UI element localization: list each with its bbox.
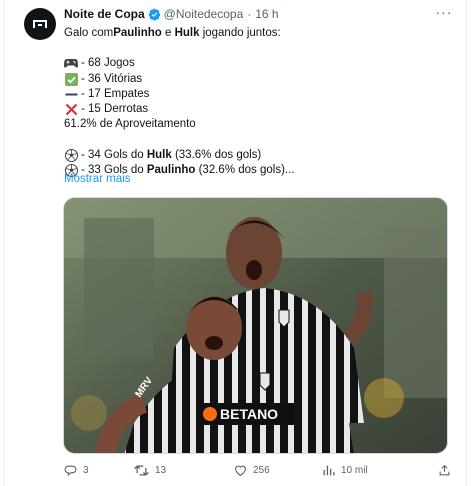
tweet-actions: 3 13 256 10 mil	[64, 462, 456, 480]
author-handle[interactable]: @Noitedecopa	[164, 7, 244, 21]
gols-hulk-pre: - 34 Gols do	[81, 148, 147, 161]
reply-icon	[64, 465, 77, 476]
views-button[interactable]: 10 mil	[322, 464, 368, 477]
retweet-count: 13	[155, 465, 167, 476]
share-icon	[439, 464, 450, 476]
tweet-time[interactable]: 16 h	[255, 7, 278, 21]
aproveitamento-text: 61.2% de Aproveitamento	[64, 118, 196, 131]
tweet-photo[interactable]: BETANO MRV	[63, 197, 448, 454]
stat-jogos: - 68 Jogos	[64, 56, 454, 71]
gols-paulinho-post: (32.6% dos gols)...	[195, 163, 295, 176]
vitorias-text: - 36 Vitórias	[81, 72, 143, 85]
views-chart-icon	[323, 465, 335, 476]
intro-hulk: Hulk	[174, 27, 200, 39]
aproveitamento-line: 61.2% de Aproveitamento	[64, 117, 454, 132]
gols-hulk-line: - 34 Gols do Hulk (33.6% dos gols)	[64, 148, 454, 163]
retweet-button[interactable]: 13	[134, 464, 166, 477]
intro-line: Galo com Paulinho e Hulk jogando juntos:	[64, 26, 454, 41]
sponsor-logo-text: BETANO	[220, 406, 278, 422]
author-avatar[interactable]	[24, 8, 56, 40]
stat-vitorias: - 36 Vitórias	[64, 72, 454, 87]
separator-dot: ·	[247, 7, 252, 21]
stat-derrotas: - 15 Derrotas	[64, 102, 454, 117]
jogos-text: - 68 Jogos	[81, 57, 135, 70]
soccer-ball-icon	[64, 148, 78, 162]
avatar-logo-icon	[33, 20, 47, 28]
intro-text: Galo com	[64, 27, 114, 39]
more-options-icon[interactable]: ···	[434, 4, 454, 20]
gamepad-icon	[64, 57, 78, 70]
reply-count: 3	[83, 465, 89, 476]
intro-paulinho: Paulinho	[113, 27, 162, 39]
heart-icon	[235, 465, 246, 477]
like-count: 256	[253, 465, 270, 476]
retweet-icon	[134, 465, 149, 476]
author-name[interactable]: Noite de Copa	[64, 7, 145, 21]
stat-empates: - 17 Empates	[64, 87, 454, 102]
views-count: 10 mil	[341, 465, 368, 476]
tweet-text: Galo com Paulinho e Hulk jogando juntos:…	[64, 26, 454, 178]
verified-badge-icon	[148, 8, 161, 21]
tweet-header: Noite de Copa @Noitedecopa · 16 h	[64, 6, 279, 22]
intro-and: e	[161, 27, 175, 39]
dash-icon	[64, 88, 78, 101]
show-more-link[interactable]: Mostrar mais	[64, 173, 130, 185]
empates-text: - 17 Empates	[81, 87, 150, 100]
gols-paulinho-name: Paulinho	[146, 163, 196, 176]
reply-button[interactable]: 3	[64, 464, 89, 477]
cross-mark-icon	[64, 103, 78, 116]
intro-end: jogando juntos:	[199, 27, 281, 39]
like-button[interactable]: 256	[234, 464, 270, 477]
gols-hulk-post: (33.6% dos gols)	[171, 148, 262, 161]
derrotas-text: - 15 Derrotas	[81, 102, 149, 115]
share-button[interactable]	[438, 464, 451, 477]
gols-hulk-name: Hulk	[146, 148, 172, 161]
check-mark-icon	[64, 72, 78, 86]
